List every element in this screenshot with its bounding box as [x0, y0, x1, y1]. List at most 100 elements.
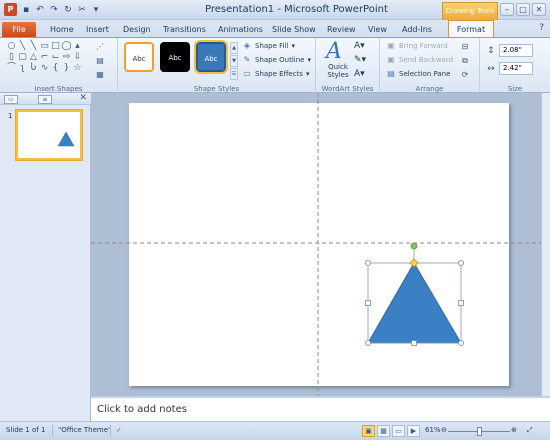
elbow-connector-icon[interactable]: Ⴑ: [28, 63, 39, 74]
oval-shape-icon[interactable]: ◯: [61, 41, 72, 52]
shape-effects-button[interactable]: ▭ Shape Effects ▾: [242, 69, 311, 79]
tab-slide-show[interactable]: Slide Show: [272, 22, 316, 37]
curve-shape-icon[interactable]: ⌒: [6, 63, 17, 74]
height-icon: ↕: [487, 45, 495, 56]
normal-view-button[interactable]: ▣: [362, 425, 375, 437]
align-icon[interactable]: ⊟: [458, 41, 472, 52]
selection-pane-button[interactable]: ▤ Selection Pane: [386, 69, 453, 79]
connector-shape-icon[interactable]: ʅ: [17, 63, 28, 74]
adjustment-handle[interactable]: [409, 258, 419, 268]
group-icon[interactable]: ⧉: [458, 55, 472, 66]
bring-forward-button[interactable]: ▣ Bring Forward: [386, 41, 453, 51]
tab-animations[interactable]: Animations: [218, 22, 263, 37]
resize-handle[interactable]: [457, 259, 464, 266]
oval-shape-icon[interactable]: ○: [6, 41, 17, 52]
zoom-slider-thumb[interactable]: [477, 427, 482, 436]
redo-icon[interactable]: ↷: [48, 4, 60, 16]
star-shape-icon[interactable]: ☆: [72, 63, 83, 74]
resize-handle[interactable]: [458, 300, 464, 306]
tab-insert[interactable]: Insert: [86, 22, 109, 37]
rotate-icon[interactable]: ⟳: [458, 69, 472, 80]
shapes-gallery[interactable]: ○ ╲ ╲ ▭ □ ◯ ▴ ▯ ▢ △ ⌐ ⌙ ⇨ ⇩ ⌒ ʅ Ⴑ ∿ { } …: [6, 41, 84, 74]
text-outline-icon[interactable]: ✎▾: [354, 55, 366, 65]
maximize-button[interactable]: □: [516, 3, 530, 16]
style-swatch-blue-selected[interactable]: Abc: [194, 40, 228, 74]
cut-icon[interactable]: ✂: [76, 4, 88, 16]
tab-file[interactable]: File: [2, 22, 36, 37]
ribbon-tabs: File Home Insert Design Transitions Anim…: [0, 20, 550, 37]
quick-styles-a-icon[interactable]: A: [326, 40, 342, 64]
close-icon[interactable]: ✕: [79, 93, 87, 103]
resize-handle[interactable]: [411, 340, 417, 346]
gallery-down-icon[interactable]: ▼: [230, 55, 238, 67]
help-icon[interactable]: ?: [539, 23, 544, 33]
save-icon[interactable]: ▪: [20, 4, 32, 16]
gallery-more-icon[interactable]: ☰: [230, 68, 238, 80]
quick-styles-button[interactable]: Quick Styles: [322, 63, 354, 79]
rectangle-shape-icon[interactable]: ▯: [6, 52, 17, 63]
customize-qat-icon[interactable]: ▾: [90, 4, 102, 16]
minimize-button[interactable]: –: [500, 3, 514, 16]
rotation-handle[interactable]: [410, 242, 418, 250]
text-fill-icon[interactable]: A▾: [354, 41, 366, 51]
powerpoint-logo-icon[interactable]: P: [4, 3, 17, 16]
tab-add-ins[interactable]: Add-Ins: [402, 22, 432, 37]
gallery-up-icon[interactable]: ▲: [230, 42, 238, 54]
shape-width-field: ↔ 2.42": [486, 62, 533, 75]
brace-shape-icon[interactable]: }: [61, 63, 72, 74]
tab-view[interactable]: View: [368, 22, 387, 37]
slide-thumbnail[interactable]: [15, 109, 83, 161]
shape-width-input[interactable]: 2.42": [499, 62, 533, 75]
vertical-scrollbar[interactable]: [541, 93, 550, 396]
zoom-level[interactable]: 61%: [425, 426, 441, 434]
fit-to-window-icon[interactable]: ⤢: [527, 426, 533, 435]
merge-shapes-icon[interactable]: ▦: [93, 69, 107, 80]
slides-tab[interactable]: ▭: [4, 95, 18, 104]
resize-handle[interactable]: [365, 300, 371, 306]
resize-handle[interactable]: [364, 339, 371, 346]
arrow-shape-icon[interactable]: ⇨: [61, 52, 72, 63]
style-swatch-outline[interactable]: Abc: [124, 42, 154, 72]
more-shapes-icon[interactable]: ▴: [72, 41, 83, 52]
pencil-icon: ✎: [243, 55, 251, 64]
spell-check-icon[interactable]: ✓: [116, 426, 122, 434]
tab-review[interactable]: Review: [327, 22, 356, 37]
tab-design[interactable]: Design: [123, 22, 151, 37]
triangle-shape[interactable]: [367, 262, 462, 344]
shape-outline-button[interactable]: ✎ Shape Outline ▾: [242, 55, 311, 65]
tab-format[interactable]: Format: [448, 20, 494, 37]
send-backward-button[interactable]: ▣ Send Backward: [386, 55, 453, 65]
edit-shape-icon[interactable]: ⋰: [93, 41, 107, 52]
connector-shape-icon[interactable]: ⌐: [39, 52, 50, 63]
repeat-icon[interactable]: ↻: [62, 4, 74, 16]
close-button[interactable]: ✕: [532, 3, 546, 16]
outline-tab[interactable]: ≡: [38, 95, 52, 104]
slide-sorter-button[interactable]: ▦: [377, 425, 390, 437]
notes-pane[interactable]: Click to add notes: [91, 396, 550, 421]
edit-shape-tools: ⋰ ▤ ▦: [93, 41, 107, 80]
brace-shape-icon[interactable]: {: [50, 63, 61, 74]
freeform-shape-icon[interactable]: ∿: [39, 63, 50, 74]
zoom-out-icon[interactable]: ⊖: [441, 426, 447, 434]
rounded-rectangle-shape-icon[interactable]: ▢: [17, 52, 28, 63]
reading-view-button[interactable]: ▭: [392, 425, 405, 437]
elbow-connector-icon[interactable]: ⌙: [50, 52, 61, 63]
resize-handle[interactable]: [457, 339, 464, 346]
triangle-shape-icon[interactable]: △: [28, 52, 39, 63]
tab-home[interactable]: Home: [50, 22, 74, 37]
draw-text-box-icon[interactable]: ▤: [93, 55, 107, 66]
arrow-down-shape-icon[interactable]: ⇩: [72, 52, 83, 63]
style-swatch-dark[interactable]: Abc: [160, 42, 190, 72]
slide-show-button[interactable]: ▶: [407, 425, 420, 437]
line-shape-icon[interactable]: ╲: [17, 41, 28, 52]
rectangle-shape-icon[interactable]: □: [50, 41, 61, 52]
shape-height-input[interactable]: 2.08": [499, 44, 533, 57]
tab-transitions[interactable]: Transitions: [163, 22, 206, 37]
line-shape-icon[interactable]: ╲: [28, 41, 39, 52]
resize-handle[interactable]: [364, 259, 371, 266]
text-effects-icon[interactable]: A▾: [354, 69, 366, 79]
zoom-in-icon[interactable]: ⊕: [511, 426, 517, 434]
undo-icon[interactable]: ↶: [34, 4, 46, 16]
shape-fill-button[interactable]: ◈ Shape Fill ▾: [242, 41, 311, 51]
rectangle-shape-icon[interactable]: ▭: [39, 41, 50, 52]
